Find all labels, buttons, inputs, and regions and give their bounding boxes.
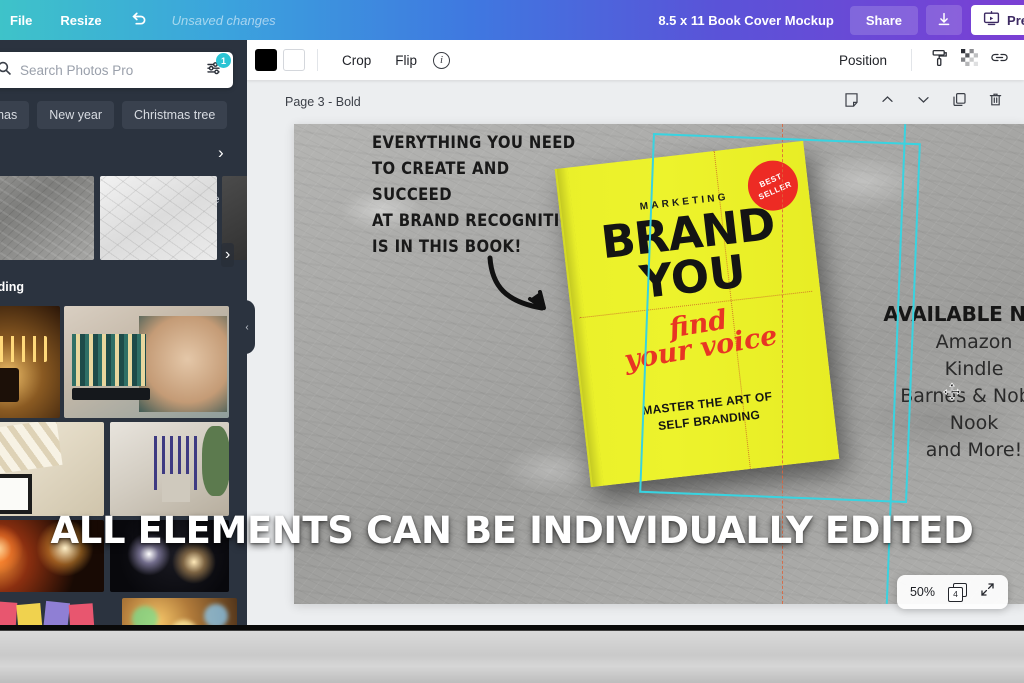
page-notes-button[interactable] [836, 87, 866, 117]
search-icon [0, 60, 12, 81]
note-icon [844, 92, 859, 113]
present-label: Pre [1007, 13, 1024, 28]
move-page-up-button[interactable] [872, 87, 902, 117]
photos-sidebar: 1 hristmas New year Christmas tree › cen… [0, 40, 247, 625]
zoom-percent[interactable]: 50% [910, 585, 935, 599]
duplicate-page-button[interactable] [944, 87, 974, 117]
download-icon [936, 11, 952, 30]
resize-button[interactable]: Resize [46, 13, 115, 28]
present-button[interactable]: Pre [971, 5, 1024, 35]
element-toolbar: Crop Flip i Position [247, 40, 1024, 80]
thumbnail-trending-8[interactable] [122, 598, 237, 625]
book-cover-object[interactable]: MARKETING BRAND YOU find your voice MAST… [555, 141, 840, 487]
page-label: Page 3 - Bold [285, 95, 361, 109]
chevron-up-icon [880, 92, 895, 112]
undo-button[interactable] [116, 10, 162, 31]
search-area: 1 [0, 52, 233, 88]
transparency-button[interactable] [954, 45, 984, 75]
tag-christmas-tree[interactable]: Christmas tree [122, 101, 227, 129]
store-list[interactable]: Amazon Kindle Barnes & Noble Nook and Mo… [854, 329, 1024, 464]
guide-vertical [782, 124, 783, 604]
filter-badge: 1 [216, 53, 231, 68]
toolbar-divider-2 [911, 49, 912, 71]
thumbnail-recent-2[interactable] [100, 176, 217, 260]
app-root: File Resize Unsaved changes 8.5 x 11 Boo… [0, 0, 1024, 683]
delete-page-button[interactable] [980, 87, 1010, 117]
handwritten-line-2: to create and succeed [372, 156, 587, 208]
page-actions [836, 87, 1010, 117]
search-tags: hristmas New year Christmas tree [0, 100, 247, 130]
store-item-3: Barnes & Noble [854, 383, 1024, 410]
monitor-bezel [0, 655, 1024, 683]
screen: File Resize Unsaved changes 8.5 x 11 Boo… [0, 0, 1024, 625]
zoom-control: 50% 4 [897, 575, 1008, 609]
present-icon [983, 11, 1000, 29]
handwritten-line-3: at brand recognition [372, 208, 587, 234]
flip-button[interactable]: Flip [383, 53, 429, 68]
link-icon [990, 50, 1009, 70]
pages-icon[interactable]: 4 [948, 583, 967, 602]
move-cursor-icon [942, 382, 962, 407]
thumbnail-trending-2[interactable] [64, 306, 229, 418]
undo-icon [130, 10, 148, 28]
expand-button[interactable] [980, 582, 995, 602]
search-box[interactable]: 1 [0, 52, 233, 88]
trash-icon [988, 92, 1003, 112]
info-icon[interactable]: i [433, 52, 450, 69]
page-canvas[interactable]: Everything you need to create and succee… [294, 124, 1024, 604]
recently-used-next-button[interactable]: › [221, 243, 234, 267]
thumbnail-trending-7[interactable] [0, 598, 100, 625]
file-menu[interactable]: File [0, 13, 46, 28]
thumbnail-trending-3[interactable] [0, 422, 104, 516]
move-page-down-button[interactable] [908, 87, 938, 117]
thumbnail-recent-1[interactable] [0, 176, 94, 260]
color-swatch-white[interactable] [283, 49, 305, 71]
thumbnail-trending-4[interactable] [110, 422, 229, 516]
tag-new-year[interactable]: New year [37, 101, 114, 129]
thumbnail-trending-6[interactable] [110, 520, 229, 592]
store-item-2: Kindle [854, 356, 1024, 383]
unsaved-changes-label: Unsaved changes [162, 13, 286, 28]
handwritten-line-1: Everything you need [372, 130, 587, 156]
thumbnail-trending-1[interactable] [0, 306, 60, 418]
page-header: Page 3 - Bold [247, 80, 1024, 124]
store-item-1: Amazon [854, 329, 1024, 356]
paint-roller-icon [931, 49, 948, 72]
trending-title: nding [0, 280, 24, 294]
search-filter-button[interactable]: 1 [201, 57, 227, 83]
pages-count: 4 [948, 587, 963, 602]
thumbnail-trending-5[interactable] [0, 520, 104, 592]
store-item-5: and More! [854, 437, 1024, 464]
link-button[interactable] [984, 45, 1014, 75]
toolbar-divider [317, 49, 318, 71]
store-item-4: Nook [854, 410, 1024, 437]
duplicate-icon [952, 92, 967, 112]
share-button[interactable]: Share [850, 6, 918, 35]
editor-area: Crop Flip i Position [247, 40, 1024, 625]
search-input[interactable] [12, 63, 201, 78]
tags-next-button[interactable]: › [218, 143, 224, 163]
document-title[interactable]: 8.5 x 11 Book Cover Mockup [658, 13, 850, 28]
expand-icon [980, 584, 995, 601]
tag-christmas[interactable]: hristmas [0, 101, 29, 129]
download-button[interactable] [926, 5, 962, 35]
available-now-heading[interactable]: AVAILABLE NOW [854, 302, 1024, 326]
handwritten-text-block[interactable]: Everything you need to create and succee… [372, 130, 587, 260]
transparency-icon [961, 49, 978, 71]
color-swatch-black[interactable] [255, 49, 277, 71]
top-bar-right: 8.5 x 11 Book Cover Mockup Share [658, 0, 1024, 40]
copy-style-button[interactable] [924, 45, 954, 75]
element-toolbar-right: Position [827, 45, 1014, 75]
sidebar-collapse-handle[interactable]: ‹ [239, 300, 255, 354]
top-bar: File Resize Unsaved changes 8.5 x 11 Boo… [0, 0, 1024, 40]
position-button[interactable]: Position [827, 53, 899, 68]
chevron-down-icon [916, 92, 931, 112]
crop-button[interactable]: Crop [330, 53, 383, 68]
book-subtitle: MASTER THE ART OF SELF BRANDING [582, 381, 834, 443]
